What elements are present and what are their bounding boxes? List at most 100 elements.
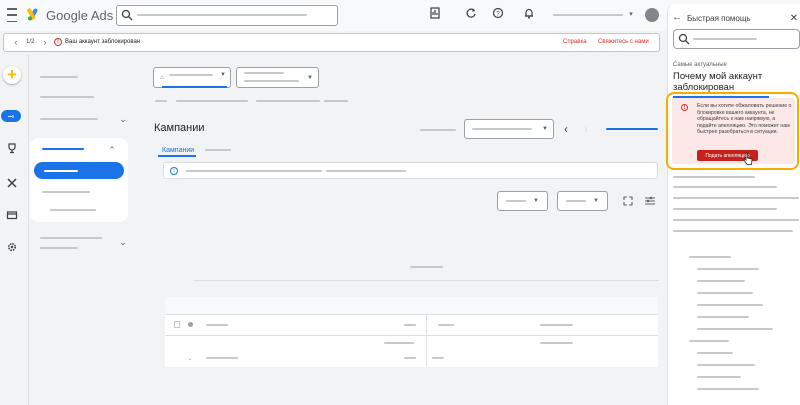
expand-icon[interactable] bbox=[622, 195, 634, 207]
menu-icon[interactable] bbox=[6, 8, 18, 22]
compare-toggle[interactable] bbox=[606, 128, 658, 130]
search-icon bbox=[678, 33, 690, 45]
nav-item-label bbox=[44, 170, 78, 172]
chevron-down-icon[interactable]: ⌄ bbox=[118, 114, 128, 124]
reports-icon[interactable] bbox=[428, 6, 442, 20]
billing-icon[interactable] bbox=[6, 209, 18, 221]
chart-axis bbox=[193, 280, 659, 281]
nav-item[interactable] bbox=[42, 191, 90, 193]
table-cell bbox=[540, 324, 573, 326]
refresh-icon[interactable] bbox=[464, 6, 478, 20]
segment-value bbox=[506, 200, 526, 202]
notice-text: Ваш аккаунт заблокирован bbox=[65, 39, 141, 45]
close-icon[interactable]: ✕ bbox=[788, 12, 800, 24]
table-cell bbox=[384, 342, 414, 344]
help-list-item bbox=[697, 376, 741, 378]
row-divider bbox=[165, 335, 658, 336]
table-header bbox=[165, 297, 658, 315]
help-link[interactable]: Справка bbox=[563, 39, 587, 45]
date-range-label bbox=[420, 129, 456, 131]
breadcrumb bbox=[256, 100, 320, 102]
nav-item[interactable] bbox=[40, 96, 94, 98]
google-ads-logo-icon[interactable] bbox=[27, 8, 41, 21]
avatar[interactable] bbox=[645, 8, 659, 22]
create-button[interactable]: + bbox=[3, 66, 21, 84]
contact-us-link[interactable]: Свяжитесь с нами bbox=[598, 39, 649, 45]
goals-icon[interactable] bbox=[6, 142, 18, 154]
help-icon[interactable]: ? bbox=[491, 6, 505, 20]
help-panel-title: Быстрая помощь bbox=[687, 14, 751, 23]
page-title: Кампании bbox=[154, 122, 205, 134]
table-cell bbox=[404, 324, 416, 326]
app-name: Google Ads bbox=[46, 8, 114, 23]
tab-other[interactable] bbox=[205, 149, 231, 151]
help-article-title[interactable]: Почему мой аккаунт заблокирован bbox=[673, 71, 791, 93]
chevron-down-icon[interactable]: ⌄ bbox=[118, 237, 128, 247]
help-text-line bbox=[673, 197, 799, 199]
nav-item[interactable] bbox=[40, 118, 98, 120]
columns-icon[interactable] bbox=[644, 195, 656, 207]
table-cell bbox=[206, 357, 238, 359]
nav-section-title[interactable] bbox=[42, 148, 84, 150]
table-cell bbox=[438, 324, 454, 326]
breadcrumb bbox=[324, 100, 348, 102]
campaigns-icon[interactable]: ⊸ bbox=[1, 110, 21, 122]
help-text-line bbox=[673, 230, 793, 232]
help-text-line bbox=[673, 208, 777, 210]
column-divider bbox=[426, 315, 427, 367]
help-text-line bbox=[673, 219, 799, 221]
help-list-item bbox=[697, 328, 773, 330]
table-cell bbox=[404, 357, 416, 359]
nav-item[interactable] bbox=[40, 237, 102, 239]
dropdown-arrow-icon: ▼ bbox=[533, 198, 539, 204]
chevron-right-icon[interactable]: › bbox=[40, 36, 50, 48]
back-arrow-icon[interactable]: ← bbox=[671, 11, 683, 23]
help-list-item bbox=[697, 388, 759, 390]
help-list-item bbox=[689, 256, 731, 258]
chevron-left-icon[interactable]: ‹ bbox=[561, 122, 571, 136]
help-section-label: Самые актуальные bbox=[673, 62, 727, 68]
help-list-item bbox=[697, 316, 749, 318]
help-list-item bbox=[697, 292, 753, 294]
tools-icon[interactable] bbox=[6, 177, 18, 189]
filter-value bbox=[169, 74, 213, 76]
notice-counter: 1/2 bbox=[26, 39, 35, 45]
home-icon: ⌂ bbox=[160, 75, 164, 81]
info-text bbox=[186, 170, 322, 172]
dropdown-arrow-icon: ▼ bbox=[542, 126, 548, 132]
help-list-item bbox=[697, 268, 759, 270]
account-dropdown-icon[interactable]: ▾ bbox=[626, 9, 636, 19]
dropdown-arrow-icon: ▼ bbox=[307, 75, 313, 81]
chevron-down-icon[interactable]: ⌄ bbox=[186, 354, 194, 362]
chevron-right-icon[interactable]: › bbox=[581, 122, 591, 136]
table-cell bbox=[540, 342, 573, 344]
view-value bbox=[566, 200, 586, 202]
help-search-placeholder bbox=[693, 38, 757, 40]
help-list-item bbox=[689, 340, 729, 342]
status-dot bbox=[188, 322, 193, 327]
nav-item[interactable] bbox=[50, 209, 96, 211]
dropdown-arrow-icon: ▼ bbox=[220, 72, 226, 78]
info-text bbox=[326, 170, 406, 172]
search-placeholder-line bbox=[137, 14, 307, 16]
date-range-value bbox=[472, 128, 532, 130]
notifications-icon[interactable] bbox=[522, 6, 536, 20]
info-icon: i bbox=[170, 167, 178, 175]
table-cell bbox=[206, 324, 228, 326]
help-text-line bbox=[673, 186, 777, 188]
tab-campaigns[interactable]: Кампании bbox=[162, 147, 194, 154]
nav-item[interactable] bbox=[40, 247, 78, 249]
nav-item[interactable] bbox=[40, 76, 78, 78]
row-checkbox[interactable] bbox=[174, 321, 180, 328]
chevron-up-icon[interactable]: ⌃ bbox=[107, 145, 117, 155]
breadcrumb bbox=[176, 100, 248, 102]
help-text-line bbox=[673, 176, 755, 178]
admin-icon[interactable] bbox=[6, 241, 18, 253]
chevron-left-icon[interactable]: ‹ bbox=[11, 36, 21, 48]
account-name-line bbox=[553, 14, 623, 16]
rail-divider bbox=[28, 54, 29, 405]
help-list-item bbox=[697, 352, 733, 354]
chart-placeholder bbox=[410, 266, 443, 268]
highlight-frame bbox=[666, 92, 799, 170]
filter-active-underline bbox=[162, 86, 227, 88]
